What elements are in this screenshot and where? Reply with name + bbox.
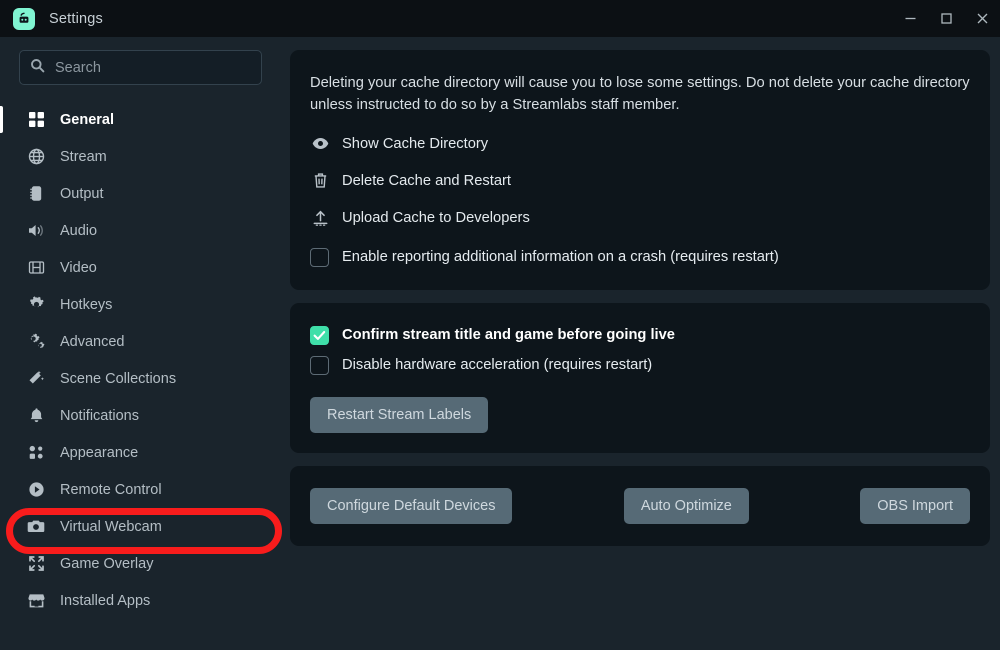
confirm-stream-title-checkbox[interactable] — [310, 325, 329, 345]
sidebar-item-label: Game Overlay — [60, 555, 154, 572]
trash-icon — [310, 171, 330, 191]
action-label: Show Cache Directory — [342, 135, 489, 152]
sidebar-item-label: Audio — [60, 222, 98, 239]
grid-icon — [26, 110, 46, 130]
sidebar-item-scene-collections[interactable]: Scene Collections — [0, 360, 281, 397]
window-controls — [892, 0, 1000, 37]
cache-warning-text: Deleting your cache directory will cause… — [310, 75, 970, 114]
sidebar-item-audio[interactable]: Audio — [0, 212, 281, 249]
crash-reporting-checkbox[interactable] — [310, 247, 329, 267]
play-circle-icon — [26, 480, 46, 500]
upload-cache-to-developers-action[interactable]: Upload Cache to Developers — [310, 208, 970, 228]
tools-button-row: Configure Default Devices Auto Optimize … — [310, 488, 970, 525]
sidebar-item-label: Hotkeys — [60, 296, 113, 313]
upload-icon — [310, 208, 330, 228]
title-bar: Settings — [0, 0, 1000, 37]
sidebar-item-appearance[interactable]: Appearance — [0, 434, 281, 471]
sidebar-item-label: General — [60, 111, 114, 128]
delete-cache-and-restart-action[interactable]: Delete Cache and Restart — [310, 171, 970, 191]
sidebar-item-game-overlay[interactable]: Game Overlay — [0, 545, 281, 582]
sidebar: General Stream — [0, 37, 281, 650]
sidebar-item-advanced[interactable]: Advanced — [0, 323, 281, 360]
crash-reporting-label: Enable reporting additional information … — [342, 248, 779, 265]
sidebar-item-virtual-webcam[interactable]: Virtual Webcam — [0, 508, 281, 545]
camera-icon — [26, 517, 46, 537]
cache-card: Deleting your cache directory will cause… — [290, 50, 990, 290]
disable-hw-accel-checkbox[interactable] — [310, 356, 329, 376]
maximize-icon[interactable] — [928, 0, 964, 37]
sidebar-item-label: Advanced — [60, 333, 125, 350]
restart-stream-labels-row: Restart Stream Labels — [310, 397, 970, 434]
sidebar-item-label: Virtual Webcam — [60, 518, 162, 535]
wand-icon — [26, 369, 46, 389]
confirm-stream-title-label: Confirm stream title and game before goi… — [342, 326, 675, 343]
gear-icon — [26, 295, 46, 315]
globe-icon — [26, 147, 46, 167]
sidebar-item-general[interactable]: General — [0, 101, 281, 138]
sidebar-item-label: Stream — [60, 148, 107, 165]
minimize-icon[interactable] — [892, 0, 928, 37]
sidebar-item-label: Video — [60, 259, 97, 276]
disable-hw-accel-checkbox-row[interactable]: Disable hardware acceleration (requires … — [310, 355, 970, 376]
restart-stream-labels-button[interactable]: Restart Stream Labels — [310, 397, 489, 434]
sidebar-item-label: Notifications — [60, 407, 139, 424]
sidebar-item-label: Installed Apps — [60, 592, 151, 609]
action-label: Delete Cache and Restart — [342, 172, 511, 189]
dots-icon — [26, 443, 46, 463]
search-icon — [30, 58, 45, 78]
sidebar-item-hotkeys[interactable]: Hotkeys — [0, 286, 281, 323]
sidebar-item-label: Appearance — [60, 444, 139, 461]
bell-icon — [26, 406, 46, 426]
sidebar-item-remote-control[interactable]: Remote Control — [0, 471, 281, 508]
main-content: Deleting your cache directory will cause… — [281, 37, 1000, 650]
options-card: Confirm stream title and game before goi… — [290, 302, 990, 454]
sidebar-item-label: Scene Collections — [60, 370, 177, 387]
close-icon[interactable] — [964, 0, 1000, 37]
sidebar-nav: General Stream Output Audio Video Hotkey… — [0, 99, 281, 619]
tools-card: Configure Default Devices Auto Optimize … — [290, 466, 990, 547]
crash-reporting-checkbox-row[interactable]: Enable reporting additional information … — [310, 247, 970, 268]
sidebar-item-video[interactable]: Video — [0, 249, 281, 286]
film-icon — [26, 258, 46, 278]
sidebar-item-label: Output — [60, 185, 104, 202]
settings-window: Settings Search General Stream Output Au… — [0, 0, 1000, 650]
search-input[interactable] — [55, 59, 251, 76]
sidebar-item-notifications[interactable]: Notifications — [0, 397, 281, 434]
obs-import-button[interactable]: OBS Import — [860, 488, 970, 525]
chip-icon — [26, 184, 46, 204]
sidebar-item-installed-apps[interactable]: Installed Apps — [0, 582, 281, 619]
expand-icon — [26, 554, 46, 574]
eye-icon — [310, 134, 330, 154]
window-body: General Stream — [0, 37, 1000, 650]
auto-optimize-button[interactable]: Auto Optimize — [623, 488, 749, 525]
search-box[interactable] — [19, 50, 262, 85]
sidebar-item-stream[interactable]: Stream — [0, 138, 281, 175]
show-cache-directory-action[interactable]: Show Cache Directory — [310, 134, 970, 154]
window-title: Settings — [49, 10, 103, 27]
action-label: Upload Cache to Developers — [342, 209, 530, 226]
sidebar-item-output[interactable]: Output — [0, 175, 281, 212]
sidebar-item-label: Remote Control — [60, 481, 162, 498]
confirm-stream-title-checkbox-row[interactable]: Confirm stream title and game before goi… — [310, 325, 970, 346]
streamlabs-logo-icon — [13, 7, 35, 30]
speaker-icon — [26, 221, 46, 241]
gears-icon — [26, 332, 46, 352]
configure-default-devices-button[interactable]: Configure Default Devices — [310, 488, 513, 525]
store-icon — [26, 591, 46, 611]
disable-hw-accel-label: Disable hardware acceleration (requires … — [342, 357, 653, 374]
